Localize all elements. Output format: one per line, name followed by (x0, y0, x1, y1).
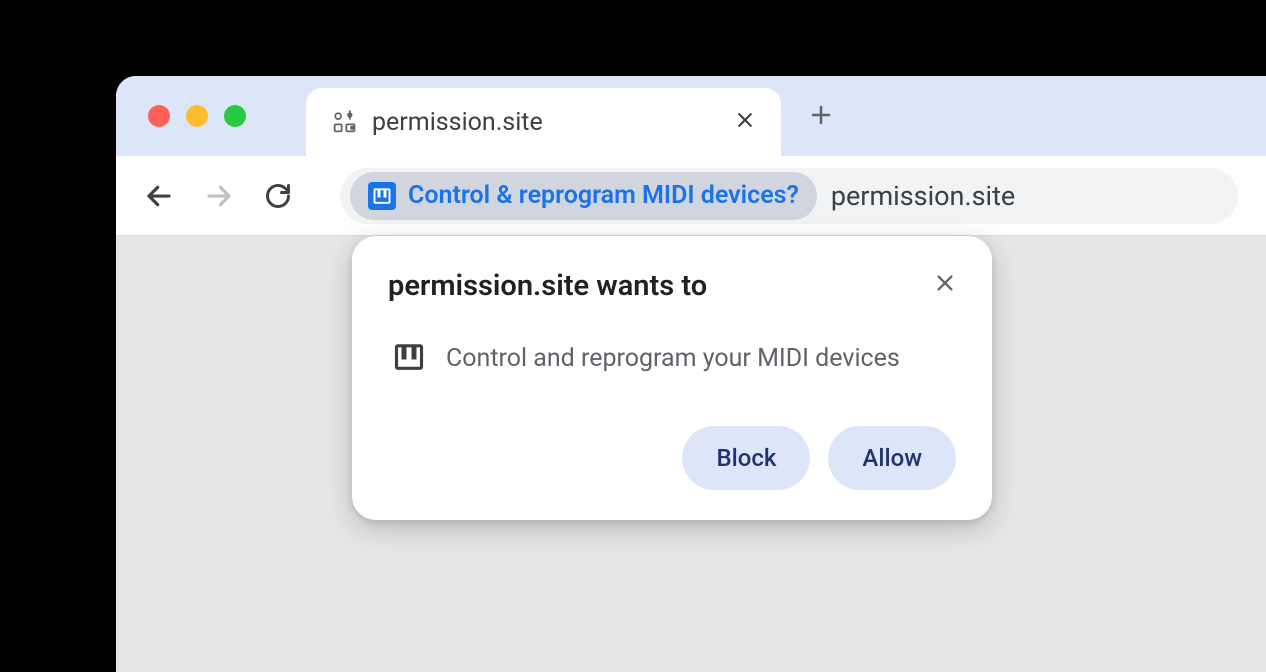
new-tab-button[interactable] (809, 96, 833, 136)
forward-button[interactable] (204, 181, 234, 211)
address-bar[interactable]: Control & reprogram MIDI devices? permis… (340, 168, 1238, 224)
permission-chip-label: Control & reprogram MIDI devices? (408, 181, 799, 210)
tab-strip: permission.site (116, 76, 1266, 156)
permission-dialog: permission.site wants to C (352, 236, 992, 520)
permission-favicon-icon (330, 108, 358, 136)
block-button[interactable]: Block (682, 426, 810, 490)
browser-tab[interactable]: permission.site (306, 88, 781, 156)
midi-icon (394, 342, 424, 376)
midi-icon (368, 182, 396, 210)
minimize-window-button[interactable] (186, 105, 208, 127)
toolbar: Control & reprogram MIDI devices? permis… (116, 156, 1266, 236)
allow-button[interactable]: Allow (828, 426, 956, 490)
close-window-button[interactable] (148, 105, 170, 127)
permission-chip[interactable]: Control & reprogram MIDI devices? (350, 172, 817, 220)
maximize-window-button[interactable] (224, 105, 246, 127)
close-tab-button[interactable] (733, 107, 757, 137)
tab-title: permission.site (372, 108, 719, 137)
dialog-body: Control and reprogram your MIDI devices (388, 342, 956, 376)
page-content: permission.site wants to C (116, 236, 1266, 672)
dialog-description: Control and reprogram your MIDI devices (446, 344, 900, 373)
close-dialog-button[interactable] (934, 268, 956, 301)
reload-button[interactable] (264, 182, 292, 210)
window-controls (148, 105, 246, 127)
dialog-actions: Block Allow (388, 426, 956, 490)
browser-window: permission.site (116, 76, 1266, 672)
dialog-title: permission.site wants to (388, 268, 707, 306)
dialog-header: permission.site wants to (388, 268, 956, 306)
url-text: permission.site (831, 180, 1015, 212)
back-button[interactable] (144, 181, 174, 211)
